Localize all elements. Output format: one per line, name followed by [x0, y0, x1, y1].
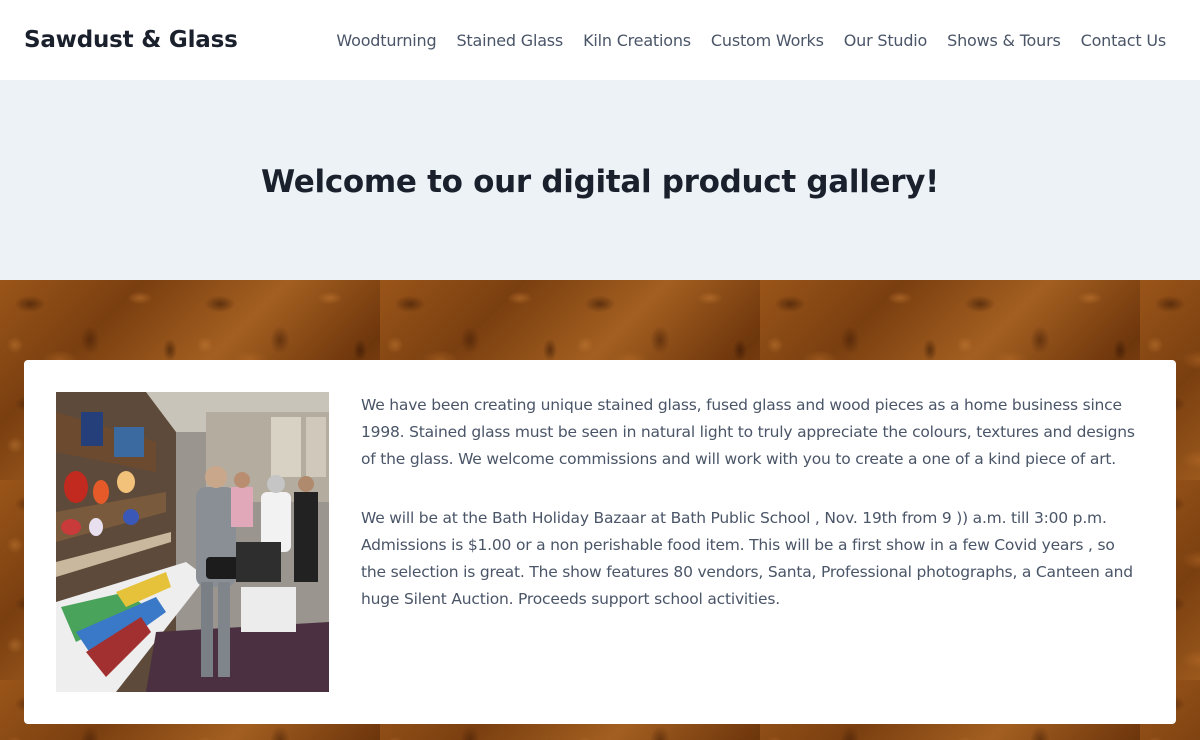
bazaar-photo — [56, 392, 329, 692]
nav-item-contact-us[interactable]: Contact Us — [1071, 31, 1176, 50]
site-header: Sawdust & Glass Woodturning Stained Glas… — [0, 0, 1200, 80]
nav-item-our-studio[interactable]: Our Studio — [834, 31, 937, 50]
nav-item-shows-tours[interactable]: Shows & Tours — [937, 31, 1070, 50]
page-heading: Welcome to our digital product gallery! — [260, 164, 940, 200]
intro-text: We have been creating unique stained gla… — [361, 392, 1144, 692]
nav-item-kiln-creations[interactable]: Kiln Creations — [573, 31, 701, 50]
intro-paragraph-business: We have been creating unique stained gla… — [361, 396, 1135, 468]
nav-item-woodturning[interactable]: Woodturning — [326, 31, 446, 50]
intro-paragraph-bazaar: We will be at the Bath Holiday Bazaar at… — [361, 509, 1133, 608]
burl-wood-background: We have been creating unique stained gla… — [0, 280, 1200, 740]
nav-item-stained-glass[interactable]: Stained Glass — [446, 31, 573, 50]
bazaar-photo-image — [56, 392, 329, 692]
hero-banner: Welcome to our digital product gallery! — [0, 80, 1200, 280]
content-card: We have been creating unique stained gla… — [24, 360, 1176, 724]
main-nav: Woodturning Stained Glass Kiln Creations… — [326, 31, 1176, 50]
site-title-link[interactable]: Sawdust & Glass — [24, 27, 238, 53]
nav-item-custom-works[interactable]: Custom Works — [701, 31, 834, 50]
